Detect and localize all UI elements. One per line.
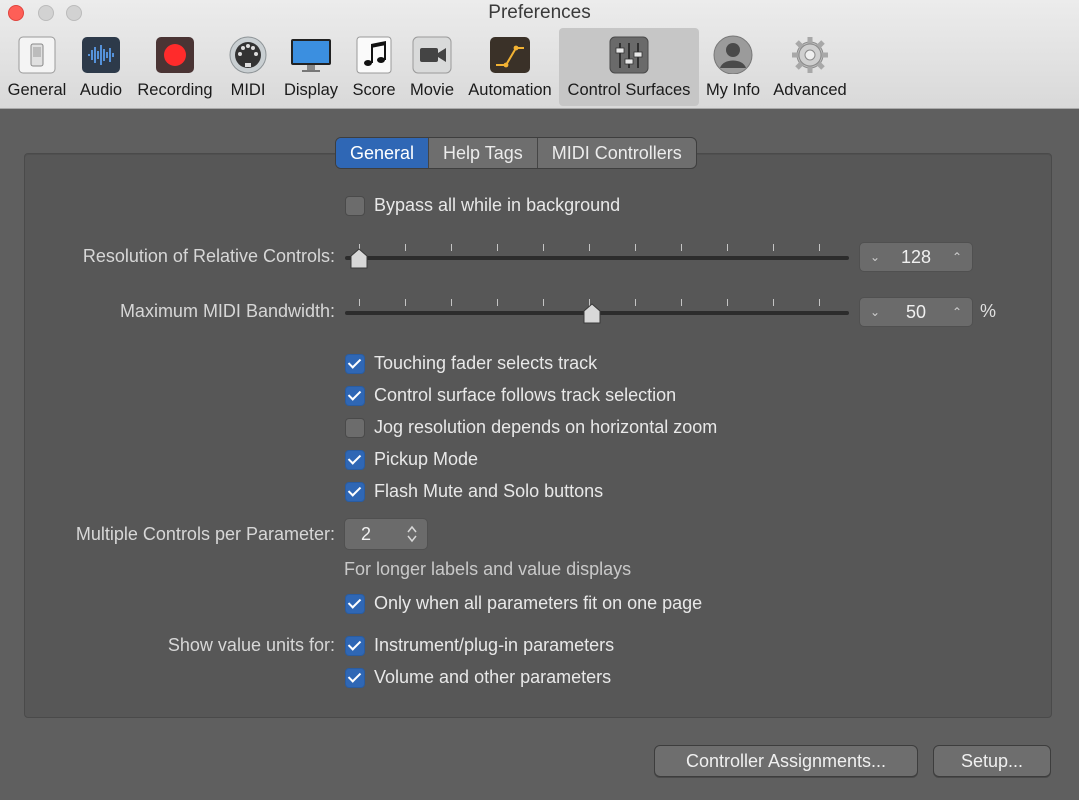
bypass-label: Bypass all while in background [374, 195, 621, 215]
toolbar-audio-label: Audio [79, 81, 123, 99]
slider-tick [635, 299, 636, 306]
jog-resolution-checkbox[interactable] [345, 418, 365, 438]
toolbar-audio[interactable]: Audio [74, 28, 128, 106]
bypass-checkbox[interactable] [345, 196, 365, 216]
midi-connector-icon [229, 36, 267, 74]
multiple-controls-popup[interactable]: 2 [344, 518, 428, 550]
tab-bar: General Help Tags MIDI Controllers [335, 137, 697, 169]
toolbar-recording[interactable]: Recording [134, 28, 216, 106]
toolbar-my-info[interactable]: My Info [702, 28, 764, 106]
slider-tick [497, 299, 498, 306]
slider-tick [405, 244, 406, 251]
fit-one-page-label: Only when all parameters fit on one page [374, 593, 703, 613]
display-monitor-icon [291, 39, 331, 72]
bandwidth-stepper[interactable]: ⌄ 50 ⌃ [859, 297, 973, 327]
automation-curve-icon [490, 37, 530, 73]
slider-tick [635, 244, 636, 251]
slider-tick [543, 244, 544, 251]
flash-mute-solo-label: Flash Mute and Solo buttons [374, 481, 604, 501]
toolbar-my-info-label: My Info [705, 81, 761, 99]
slider-tick [405, 299, 406, 306]
score-notes-icon [356, 36, 392, 74]
slider-tick [819, 299, 820, 306]
record-icon [156, 37, 194, 73]
slider-tick [451, 244, 452, 251]
multiple-controls-label: Multiple Controls per Parameter: [75, 524, 335, 544]
toolbar-control-surfaces[interactable]: Control Surfaces [559, 28, 699, 106]
volume-units-checkbox[interactable] [345, 668, 365, 688]
tab-general[interactable]: General [336, 138, 430, 168]
toolbar-movie-label: Movie [409, 81, 454, 99]
flash-mute-solo-checkbox[interactable] [345, 482, 365, 502]
slider-tick [497, 244, 498, 251]
toolbar-advanced[interactable]: Advanced [768, 28, 852, 106]
my-info-person-icon [713, 35, 753, 74]
instrument-units-label: Instrument/plug-in parameters [374, 635, 615, 655]
popup-arrows-icon [407, 525, 417, 543]
toolbar-general[interactable]: General [4, 28, 70, 106]
jog-resolution-label: Jog resolution depends on horizontal zoo… [374, 417, 718, 437]
instrument-units-checkbox[interactable] [345, 636, 365, 656]
toolbar-score[interactable]: Score [348, 28, 400, 106]
slider-tick [773, 299, 774, 306]
slider-tick [681, 299, 682, 306]
bandwidth-slider-thumb[interactable] [583, 303, 601, 325]
toolbar-advanced-label: Advanced [773, 81, 847, 99]
toolbar-display-label: Display [283, 81, 339, 99]
movie-camera-icon [412, 36, 452, 74]
slider-tick [727, 244, 728, 251]
toolbar-midi[interactable]: MIDI [224, 28, 272, 106]
chevron-up-icon[interactable]: ⌃ [952, 243, 962, 271]
slider-tick [451, 299, 452, 306]
slider-tick [681, 244, 682, 251]
slider-tick [589, 244, 590, 251]
audio-waveform-icon [82, 37, 120, 73]
touching-fader-label: Touching fader selects track [374, 353, 598, 373]
pickup-mode-checkbox[interactable] [345, 450, 365, 470]
tab-help-tags[interactable]: Help Tags [429, 138, 538, 168]
touching-fader-checkbox[interactable] [345, 354, 365, 374]
slider-tick [819, 244, 820, 251]
advanced-gear-icon [792, 37, 828, 73]
toolbar-movie[interactable]: Movie [406, 28, 458, 106]
toolbar-general-label: General [7, 81, 67, 99]
slider-tick [543, 299, 544, 306]
multiple-controls-value: 2 [361, 524, 372, 544]
control-surfaces-faders-icon [609, 36, 649, 74]
fit-one-page-checkbox[interactable] [345, 594, 365, 614]
toolbar-display[interactable]: Display [280, 28, 342, 106]
toolbar-score-label: Score [352, 81, 396, 99]
toolbar-midi-label: MIDI [230, 81, 266, 99]
toolbar-automation-label: Automation [468, 81, 552, 99]
follows-selection-checkbox[interactable] [345, 386, 365, 406]
longer-labels-note: For longer labels and value displays [344, 559, 632, 579]
slider-tick [773, 244, 774, 251]
resolution-slider-track[interactable] [345, 256, 849, 260]
chevron-up-icon[interactable]: ⌃ [952, 298, 962, 326]
bandwidth-label: Maximum MIDI Bandwidth: [119, 301, 335, 321]
follows-selection-label: Control surface follows track selection [374, 385, 677, 405]
window-title: Preferences [488, 2, 591, 23]
toolbar-automation[interactable]: Automation [464, 28, 556, 106]
resolution-stepper[interactable]: ⌄ 128 ⌃ [859, 242, 973, 272]
setup-button[interactable]: Setup... [933, 745, 1051, 777]
pickup-mode-label: Pickup Mode [374, 449, 479, 469]
controller-assignments-button[interactable]: Controller Assignments... [654, 745, 918, 777]
toolbar-recording-label: Recording [137, 81, 213, 99]
toolbar-control-surfaces-label: Control Surfaces [567, 81, 691, 99]
slider-tick [727, 299, 728, 306]
slider-tick [359, 299, 360, 306]
window-toolbar: Preferences General Audio Recording MIDI… [0, 0, 1079, 109]
resolution-slider-thumb[interactable] [350, 248, 368, 270]
volume-units-label: Volume and other parameters [374, 667, 612, 687]
value-units-label: Show value units for: [167, 635, 335, 655]
resolution-label: Resolution of Relative Controls: [82, 246, 335, 266]
bandwidth-unit: % [980, 301, 997, 321]
tab-midi-controllers[interactable]: MIDI Controllers [538, 138, 696, 168]
general-switch-icon [18, 36, 56, 74]
